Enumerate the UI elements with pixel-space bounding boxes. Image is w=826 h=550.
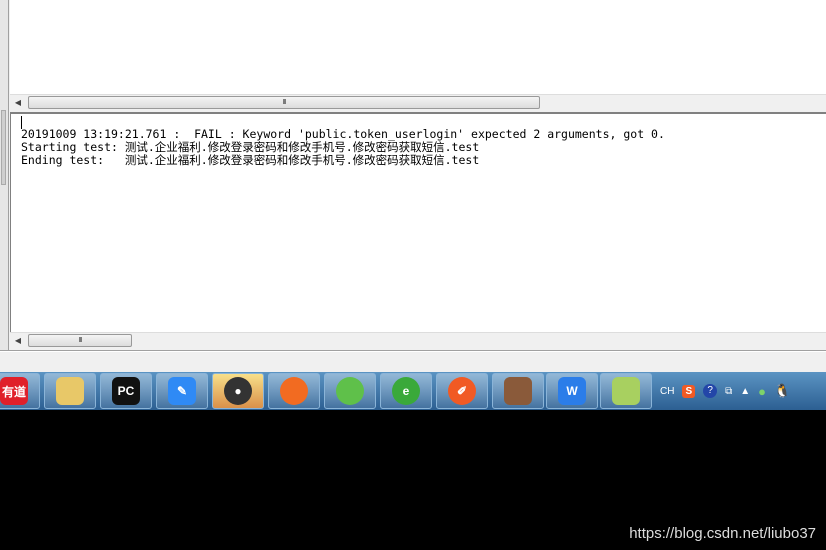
ie-browser-icon: e xyxy=(392,377,420,405)
taskbar-app-notes[interactable]: ✎ xyxy=(156,373,208,409)
qq-icon[interactable]: 🐧 xyxy=(774,383,790,399)
app-window: ◀ III 20191009 13:19:21.761 : FAIL : Key… xyxy=(0,0,826,372)
taskbar-app-postman[interactable]: ✐ xyxy=(436,373,488,409)
scroll-left-icon[interactable]: ◀ xyxy=(12,97,24,109)
wechat-icon xyxy=(336,377,364,405)
watermark: https://blog.csdn.net/liubo37 xyxy=(629,525,816,542)
taskbar-app-file-explorer[interactable] xyxy=(44,373,96,409)
wechat-tray-icon[interactable]: ● xyxy=(758,384,766,399)
postman-icon: ✐ xyxy=(448,377,476,405)
firefox-icon xyxy=(280,377,308,405)
taskbar-app-ie-browser[interactable]: e xyxy=(380,373,432,409)
taskbar-app-notepad-plus-plus[interactable] xyxy=(600,373,652,409)
taskbar-app-wps[interactable]: W xyxy=(546,373,598,409)
top-horizontal-scrollbar[interactable]: ◀ III xyxy=(10,94,826,110)
language-indicator[interactable]: CH xyxy=(660,386,674,397)
vertical-scrollbar[interactable] xyxy=(0,0,9,350)
notes-icon: ✎ xyxy=(168,377,196,405)
taskbar-app-firefox[interactable] xyxy=(268,373,320,409)
taskbar-app-youdao[interactable]: 有道 xyxy=(0,373,40,409)
scrollbar-thumb[interactable]: III xyxy=(28,96,540,109)
help-icon[interactable]: ? xyxy=(703,384,718,398)
scrollbar-thumb[interactable]: III xyxy=(28,334,132,347)
pycharm-icon: PC xyxy=(112,377,140,405)
window-restore-icon[interactable]: ⧉ xyxy=(725,386,732,397)
system-tray: CH S? ⧉ ▲ ● 🐧 xyxy=(660,372,790,410)
log-output-pane[interactable]: 20191009 13:19:21.761 : FAIL : Keyword '… xyxy=(10,112,826,332)
bottom-horizontal-scrollbar[interactable]: ◀ III xyxy=(10,332,826,348)
divider xyxy=(0,350,826,352)
log-line: Ending test: 测试.企业福利.修改登录密码和修改手机号.修改密码获取… xyxy=(21,153,480,167)
youdao-icon: 有道 xyxy=(0,377,28,405)
scrollbar-thumb[interactable] xyxy=(1,110,6,185)
log-text: 20191009 13:19:21.761 : FAIL : Keyword '… xyxy=(21,128,665,167)
notepad-plus-plus-icon xyxy=(612,377,640,405)
taskbar: 有道 PC ✎ ● e ✐ W CH S? ⧉ ▲ ● 🐧 xyxy=(0,372,826,410)
scroll-left-icon[interactable]: ◀ xyxy=(12,335,24,347)
top-text-pane[interactable] xyxy=(10,0,826,94)
file-explorer-icon xyxy=(56,377,84,405)
sogou-ime-icon[interactable]: S xyxy=(682,384,696,398)
wps-icon: W xyxy=(558,377,586,405)
taskbar-app-wechat[interactable] xyxy=(324,373,376,409)
taskbar-app-pycharm[interactable]: PC xyxy=(100,373,152,409)
game-character-icon xyxy=(504,377,532,405)
app-disc-icon: ● xyxy=(224,377,252,405)
taskbar-app-game-character[interactable] xyxy=(492,373,544,409)
show-hidden-icons-icon[interactable]: ▲ xyxy=(740,386,750,397)
taskbar-app-app-disc[interactable]: ● xyxy=(212,373,264,409)
